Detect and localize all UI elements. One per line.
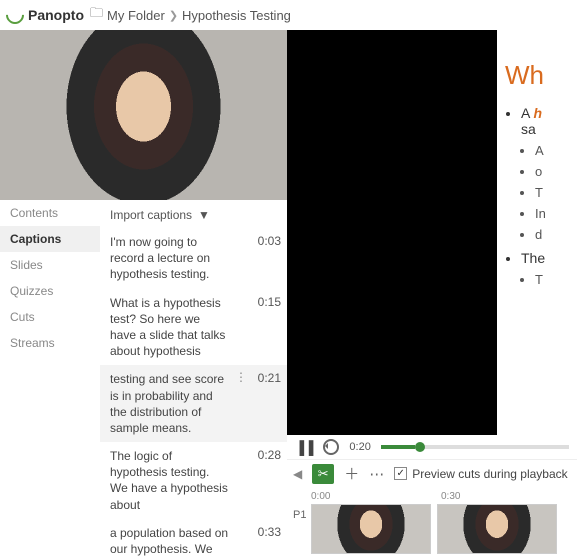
caption-time: 0:15 bbox=[251, 295, 281, 309]
caption-row[interactable]: I'm now going to record a lecture on hyp… bbox=[100, 228, 287, 289]
panopto-swirl-icon bbox=[2, 2, 27, 27]
nav-item-streams[interactable]: Streams bbox=[0, 330, 100, 356]
folder-icon: 🗀 bbox=[90, 4, 103, 26]
add-button[interactable]: ＋ bbox=[344, 463, 359, 484]
slide-view[interactable]: Wh A h sa AoTInd The T bbox=[287, 30, 577, 435]
checkbox-icon: ✓ bbox=[394, 467, 407, 480]
caption-text[interactable]: What is a hypothesis test? So here we ha… bbox=[110, 295, 229, 360]
caption-time: 0:28 bbox=[251, 448, 281, 462]
caret-down-icon: ▼ bbox=[198, 208, 210, 222]
pause-button[interactable]: ▐▐ bbox=[295, 440, 313, 455]
breadcrumb: 🗀 My Folder ❯ Hypothesis Testing bbox=[90, 4, 291, 26]
playback-time: 0:20 bbox=[349, 441, 370, 453]
presenter-video[interactable] bbox=[0, 30, 287, 200]
header-bar: Panopto 🗀 My Folder ❯ Hypothesis Testing bbox=[0, 0, 577, 30]
nav-item-quizzes[interactable]: Quizzes bbox=[0, 278, 100, 304]
playback-bar: ▐▐ 0:20 bbox=[287, 435, 577, 459]
cut-tool-button[interactable]: ✂ bbox=[312, 464, 334, 484]
prev-edit-button[interactable]: ◀ bbox=[293, 467, 302, 481]
slide-sub-bullet: T bbox=[535, 272, 577, 287]
timeline-tick: 0:30 bbox=[441, 491, 571, 502]
nav-item-contents[interactable]: Contents bbox=[0, 200, 100, 226]
preview-cuts-label: Preview cuts during playback bbox=[412, 467, 567, 481]
slide-sub-bullet: d bbox=[535, 227, 577, 242]
slide-bullet: A h sa AoTInd bbox=[521, 105, 577, 242]
left-nav: ContentsCaptionsSlidesQuizzesCutsStreams bbox=[0, 200, 100, 556]
caption-time: 0:03 bbox=[251, 234, 281, 248]
import-captions-dropdown[interactable]: Import captions ▼ bbox=[100, 200, 287, 228]
slide-heading: Wh bbox=[505, 60, 577, 91]
preview-cuts-checkbox[interactable]: ✓ Preview cuts during playback bbox=[394, 467, 567, 481]
caption-time: 0:21 bbox=[251, 371, 281, 385]
import-captions-label: Import captions bbox=[110, 208, 192, 222]
timeline-thumbnail[interactable] bbox=[437, 504, 557, 554]
folder-link[interactable]: My Folder bbox=[107, 8, 165, 23]
caption-row[interactable]: a population based on our hypothesis. We… bbox=[100, 519, 287, 556]
slide-bullet: The T bbox=[521, 250, 577, 287]
playback-scrubber[interactable] bbox=[381, 445, 569, 449]
slide-sub-bullet: A bbox=[535, 143, 577, 158]
timeline-track-label: P1 bbox=[293, 509, 306, 521]
caption-text[interactable]: The logic of hypothesis testing. We have… bbox=[110, 448, 229, 513]
caption-row[interactable]: What is a hypothesis test? So here we ha… bbox=[100, 289, 287, 366]
page-title[interactable]: Hypothesis Testing bbox=[182, 8, 291, 23]
nav-item-captions[interactable]: Captions bbox=[0, 226, 100, 252]
caption-row[interactable]: The logic of hypothesis testing. We have… bbox=[100, 442, 287, 519]
nav-item-slides[interactable]: Slides bbox=[0, 252, 100, 278]
caption-text[interactable]: I'm now going to record a lecture on hyp… bbox=[110, 234, 229, 283]
caption-row[interactable]: testing and see score is in probability … bbox=[100, 365, 287, 442]
panopto-logo[interactable]: Panopto bbox=[6, 6, 84, 24]
more-menu-button[interactable]: ⋯ bbox=[369, 465, 384, 483]
slide-sub-bullet: In bbox=[535, 206, 577, 221]
brand-text: Panopto bbox=[28, 7, 84, 23]
nav-item-cuts[interactable]: Cuts bbox=[0, 304, 100, 330]
caption-text[interactable]: a population based on our hypothesis. We… bbox=[110, 525, 229, 556]
slide-sub-bullet: o bbox=[535, 164, 577, 179]
caption-text[interactable]: testing and see score is in probability … bbox=[110, 371, 229, 436]
caption-list: I'm now going to record a lecture on hyp… bbox=[100, 228, 287, 556]
chevron-right-icon: ❯ bbox=[169, 9, 178, 22]
edit-toolbar: ◀ ✂ ＋ ⋯ ✓ Preview cuts during playback bbox=[287, 459, 577, 487]
caption-time: 0:33 bbox=[251, 525, 281, 539]
timeline-tick: 0:00 bbox=[311, 491, 441, 502]
timeline-thumbnail[interactable] bbox=[311, 504, 431, 554]
timeline: 0:000:30 P1 bbox=[287, 487, 577, 556]
caption-menu-icon[interactable]: ⋮ bbox=[235, 371, 245, 383]
rewind-button[interactable] bbox=[323, 439, 339, 455]
slide-sub-bullet: T bbox=[535, 185, 577, 200]
